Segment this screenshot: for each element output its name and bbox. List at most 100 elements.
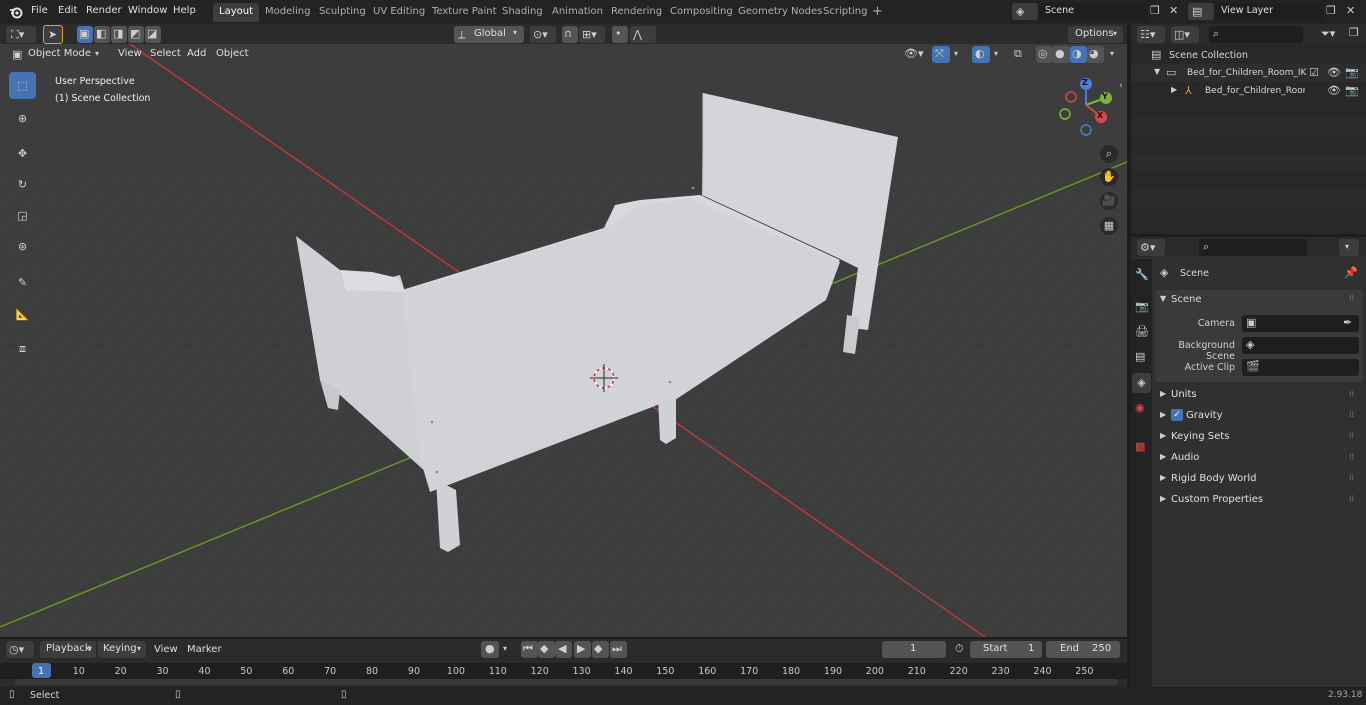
tab-shading[interactable]: Shading — [496, 3, 549, 22]
editor-type-button[interactable]: ⛶▾ — [6, 26, 36, 43]
auto-keying-toggle[interactable]: ● — [481, 641, 499, 658]
select-mode-new-button[interactable]: ▣ — [77, 26, 93, 43]
blender-logo-icon[interactable] — [9, 5, 23, 19]
output-tab-icon[interactable]: 🖨 — [1135, 326, 1149, 337]
playback-dropdown[interactable]: Playback ▾ — [40, 641, 96, 658]
delete-view-layer-icon[interactable]: ✕ — [1346, 5, 1355, 16]
camera-icon[interactable]: 📷 — [1345, 85, 1359, 96]
chevron-down-icon[interactable]: ▾ — [1110, 50, 1114, 58]
scene-selector-button[interactable]: ◈ — [1012, 3, 1038, 20]
menu-file[interactable]: File — [31, 5, 48, 16]
end-frame-field[interactable]: End 250 — [1046, 641, 1120, 658]
tool-tab-icon[interactable]: 🔧 — [1135, 269, 1149, 280]
delete-scene-icon[interactable]: ✕ — [1169, 5, 1178, 16]
outliner-row[interactable]: ▶ ⅄ Bed_for_Children_Room_ 👁 📷 — [1131, 82, 1366, 100]
new-scene-icon[interactable]: ❐ — [1150, 5, 1160, 16]
gravity-panel-header[interactable]: ▶ ✓ Gravity ⁞⁞ — [1155, 406, 1363, 426]
keying-sets-panel-header[interactable]: ▶ Keying Sets ⁞⁞ — [1155, 427, 1363, 447]
camera-icon[interactable]: 📷 — [1345, 67, 1359, 78]
overlays-toggle[interactable]: ◐ — [972, 46, 990, 63]
transform-tool[interactable]: ⊛ — [9, 233, 36, 260]
tab-texture-paint[interactable]: Texture Paint — [426, 3, 503, 22]
perspective-toggle-icon[interactable]: ▦ — [1100, 217, 1118, 235]
3d-viewport[interactable] — [0, 44, 1127, 637]
new-view-layer-icon[interactable]: ❐ — [1326, 5, 1336, 16]
view-menu[interactable]: View — [118, 48, 142, 59]
eye-icon[interactable]: 👁 — [1327, 67, 1341, 78]
drag-handle-icon[interactable]: ⁞⁞ — [1349, 411, 1354, 419]
annotate-tool[interactable]: ✎ — [9, 269, 36, 296]
camera-field[interactable]: ▣ ✒ — [1242, 315, 1359, 332]
navigation-gizmo[interactable]: Z Y X — [1055, 75, 1120, 140]
drag-handle-icon[interactable]: ⁞⁞ — [1349, 294, 1354, 302]
tab-scripting[interactable]: Scripting — [817, 3, 873, 22]
drag-handle-icon[interactable]: ⁞⁞ — [1349, 495, 1354, 503]
timeline-marker-menu[interactable]: Marker — [187, 644, 222, 655]
tab-rendering[interactable]: Rendering — [605, 3, 668, 22]
move-tool[interactable]: ✥ — [9, 140, 36, 167]
scene-panel-header[interactable]: ▼ Scene ⁞⁞ — [1155, 290, 1363, 308]
pan-hand-icon[interactable]: ✋ — [1100, 168, 1118, 186]
shading-wireframe-button[interactable]: ◎ — [1036, 46, 1053, 63]
eye-icon[interactable]: 👁 — [1327, 85, 1341, 96]
scene-name-field[interactable]: Scene — [1039, 3, 1147, 20]
keying-dropdown[interactable]: Keying ▾ — [98, 641, 146, 658]
texture-tab-icon[interactable]: ▩ — [1135, 441, 1145, 452]
drag-handle-icon[interactable]: ⁞⁞ — [1349, 453, 1354, 461]
new-collection-icon[interactable]: ❐ — [1349, 27, 1359, 38]
camera-view-icon[interactable]: 🎥 — [1100, 192, 1118, 210]
shading-solid-button[interactable]: ● — [1053, 46, 1070, 63]
rotate-tool[interactable]: ↻ — [9, 171, 36, 198]
outliner-row[interactable]: ▤ Scene Collection — [1131, 46, 1366, 64]
select-box-tool[interactable]: ⬚ — [9, 72, 36, 99]
select-mode-extend-button[interactable]: ◧ — [94, 26, 110, 43]
next-keyframe-button[interactable]: ◆ — [592, 641, 609, 658]
proportional-edit-toggle[interactable]: • — [612, 26, 628, 43]
tab-geometry-nodes[interactable]: Geometry Nodes — [732, 3, 828, 22]
chevron-down-icon[interactable]: ▾ — [503, 645, 507, 653]
jump-end-button[interactable]: ⏭ — [610, 641, 627, 658]
add-cube-tool[interactable]: ⧈ — [9, 335, 36, 362]
tab-compositing[interactable]: Compositing — [664, 3, 739, 22]
tab-modeling[interactable]: Modeling — [259, 3, 317, 22]
visibility-filter-icon[interactable]: 👁▾ — [904, 48, 924, 59]
timeline-scrollbar[interactable] — [15, 679, 1118, 685]
scene-tab-icon[interactable]: ◈ — [1132, 373, 1151, 393]
active-tool-button[interactable]: ➤ — [43, 25, 63, 44]
expand-arrow-icon[interactable]: ▼ — [1154, 68, 1160, 76]
world-tab-icon[interactable]: ◉ — [1135, 402, 1145, 413]
tab-sculpting[interactable]: Sculpting — [313, 3, 372, 22]
proportional-falloff-dropdown[interactable]: ⋀ — [630, 26, 656, 43]
rigid-body-world-panel-header[interactable]: ▶ Rigid Body World ⁞⁞ — [1155, 469, 1363, 489]
timeline-view-menu[interactable]: View — [154, 644, 178, 655]
render-tab-icon[interactable]: 📷 — [1135, 301, 1149, 312]
scale-tool[interactable]: ◲ — [9, 202, 36, 229]
select-mode-subtract-button[interactable]: ◨ — [111, 26, 127, 43]
shading-rendered-button[interactable]: ◕ — [1087, 46, 1104, 63]
tab-uv-editing[interactable]: UV Editing — [367, 3, 431, 22]
snap-toggle[interactable]: ∩ — [562, 26, 578, 43]
expand-arrow-icon[interactable]: ▶ — [1171, 86, 1177, 94]
outliner-editor-type-button[interactable]: ☷▾ — [1137, 26, 1165, 43]
measure-tool[interactable]: 📐 — [9, 301, 36, 328]
units-panel-header[interactable]: ▶ Units ⁞⁞ — [1155, 385, 1363, 405]
start-frame-field[interactable]: Start 1 — [970, 641, 1042, 658]
current-frame-field[interactable]: 1 — [882, 641, 946, 658]
view-layer-tab-icon[interactable]: ▤ — [1135, 351, 1145, 362]
custom-properties-panel-header[interactable]: ▶ Custom Properties ⁞⁞ — [1155, 490, 1363, 510]
timeline-editor-type-button[interactable]: ◷▾ — [6, 641, 34, 658]
object-mode-dropdown[interactable]: ▣ Object Mode ▾ — [8, 46, 106, 63]
play-button[interactable]: ▶ — [574, 641, 591, 658]
tab-layout[interactable]: Layout — [213, 3, 259, 22]
add-workspace-button[interactable]: + — [866, 3, 889, 22]
drag-handle-icon[interactable]: ⁞⁞ — [1349, 390, 1354, 398]
view-layer-name-field[interactable]: View Layer — [1215, 3, 1323, 20]
play-reverse-button[interactable]: ◀ — [555, 641, 572, 658]
select-menu[interactable]: Select — [150, 48, 181, 59]
shading-material-button[interactable]: ◑ — [1070, 46, 1087, 63]
options-dropdown[interactable]: Options ▾ — [1068, 26, 1123, 43]
prev-keyframe-button[interactable]: ◆ — [538, 641, 555, 658]
properties-search-input[interactable]: ⌕ — [1199, 239, 1307, 256]
view-layer-selector-button[interactable]: ▤ — [1188, 3, 1214, 20]
menu-edit[interactable]: Edit — [58, 5, 77, 16]
